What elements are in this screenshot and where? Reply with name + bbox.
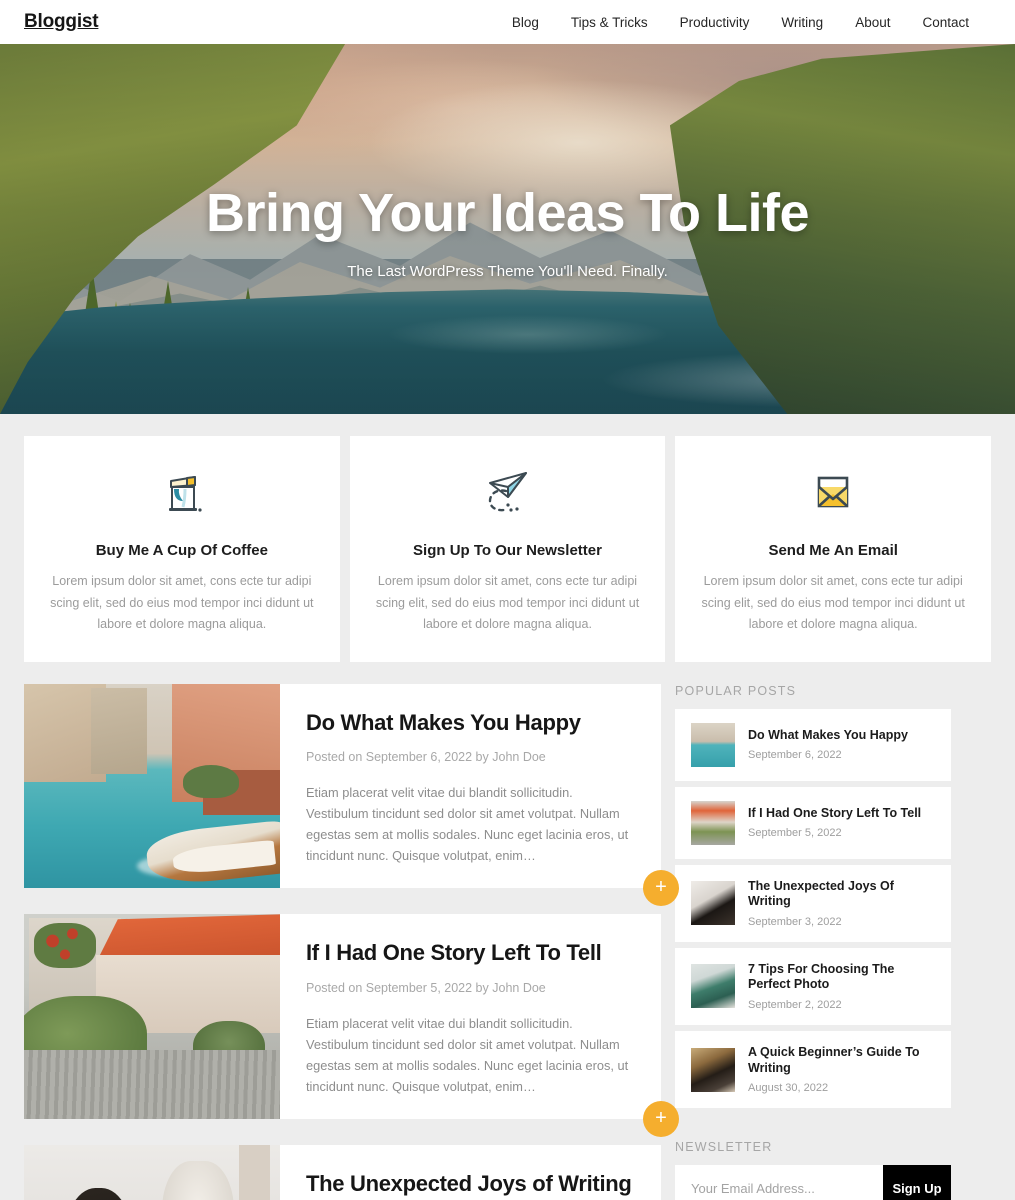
popular-post-item[interactable]: If I Had One Story Left To Tell Septembe… [675,786,951,859]
popular-post-title[interactable]: Do What Makes You Happy [748,728,908,744]
read-more-button[interactable]: + [643,1101,679,1138]
sidebar: POPULAR POSTS Do What Makes You Happy Se… [675,684,951,1200]
feature-description: Lorem ipsum dolor sit amet, cons ecte tu… [701,574,965,631]
post-excerpt: Etiam placerat velit vitae dui blandit s… [306,1015,629,1095]
post-thumbnail-writing[interactable] [24,1145,280,1200]
post-title[interactable]: Do What Makes You Happy [306,710,635,736]
site-brand[interactable]: Bloggist [24,11,99,33]
popular-post-item[interactable]: 7 Tips For Choosing The Perfect Photo Se… [675,947,951,1025]
post-card[interactable]: Do What Makes You Happy Posted on Septem… [24,683,679,907]
nav-productivity[interactable]: Productivity [680,15,750,30]
hero-subtitle: The Last WordPress Theme You'll Need. Fi… [347,263,668,281]
popular-post-title[interactable]: If I Had One Story Left To Tell [748,806,921,822]
feature-title: Buy Me A Cup Of Coffee [95,542,268,559]
post-body: The Unexpected Joys of Writing [280,1145,661,1200]
post-meta: Posted on September 6, 2022 by John Doe [306,749,546,764]
feature-description: Lorem ipsum dolor sit amet, cons ecte tu… [50,574,314,631]
feature-card-coffee[interactable]: Buy Me A Cup Of Coffee Lorem ipsum dolor… [24,436,340,662]
page-wrap: Buy Me A Cup Of Coffee Lorem ipsum dolor… [0,414,1015,1200]
main-nav: Blog Tips & Tricks Productivity Writing … [512,15,969,30]
signup-button[interactable]: Sign Up [883,1165,951,1200]
post-card[interactable]: The Unexpected Joys of Writing [24,1145,661,1200]
popular-post-title[interactable]: The Unexpected Joys Of Writing [748,879,935,910]
hero-text-block: Bring Your Ideas To Life The Last WordPr… [0,183,1015,281]
popular-post-item[interactable]: The Unexpected Joys Of Writing September… [675,864,951,942]
hero-banner: Bring Your Ideas To Life The Last WordPr… [0,44,1015,414]
popular-post-title[interactable]: 7 Tips For Choosing The Perfect Photo [748,962,935,993]
popular-post-date: August 30, 2022 [748,1082,829,1095]
popular-post-thumbnail [691,800,735,845]
feature-description: Lorem ipsum dolor sit amet, cons ecte tu… [375,574,640,631]
post-title[interactable]: The Unexpected Joys of Writing [306,1171,635,1197]
post-body: Do What Makes You Happy Posted on Septem… [280,684,679,907]
post-card[interactable]: If I Had One Story Left To Tell Posted o… [24,914,679,1138]
feature-title: Send Me An Email [768,542,898,559]
newsletter-form: Sign Up [675,1165,951,1200]
nav-blog[interactable]: Blog [512,15,539,30]
popular-post-item[interactable]: Do What Makes You Happy September 6, 202… [675,708,951,781]
popular-post-thumbnail [691,964,735,1009]
post-excerpt: Etiam placerat velit vitae dui blandit s… [306,784,629,864]
main-content: Do What Makes You Happy Posted on Septem… [24,662,991,1200]
feature-card-newsletter[interactable]: Sign Up To Our Newsletter Lorem ipsum do… [349,436,666,662]
email-input[interactable] [675,1165,883,1200]
newsletter-widget: NEWSLETTER Sign Up [675,1140,951,1200]
paper-plane-icon [374,464,642,522]
coffee-cup-icon [48,464,316,522]
nav-tips-tricks[interactable]: Tips & Tricks [571,15,648,30]
popular-posts-heading: POPULAR POSTS [675,683,797,698]
newsletter-heading: NEWSLETTER [675,1140,773,1155]
popular-post-date: September 2, 2022 [748,999,842,1011]
popular-post-date: September 5, 2022 [748,827,842,840]
popular-post-thumbnail [691,1047,735,1092]
post-title[interactable]: If I Had One Story Left To Tell [306,940,635,966]
post-thumbnail-venice[interactable] [24,683,280,889]
post-body: If I Had One Story Left To Tell Posted o… [280,914,679,1138]
feature-title: Sign Up To Our Newsletter [413,542,602,559]
feature-card-email[interactable]: Send Me An Email Lorem ipsum dolor sit a… [675,436,992,662]
popular-post-thumbnail [691,881,735,926]
popular-post-thumbnail [691,722,735,767]
envelope-icon [699,464,967,522]
popular-post-item[interactable]: A Quick Beginner’s Guide To Writing Augu… [675,1031,951,1109]
read-more-button[interactable]: + [643,870,679,907]
post-list: Do What Makes You Happy Posted on Septem… [24,683,679,1200]
hero-title: Bring Your Ideas To Life [205,183,810,243]
popular-post-date: September 6, 2022 [748,749,842,762]
nav-contact[interactable]: Contact [922,15,969,30]
post-meta: Posted on September 5, 2022 by John Doe [306,980,546,995]
nav-about[interactable]: About [855,15,890,30]
post-thumbnail-street[interactable] [24,914,280,1120]
feature-cards: Buy Me A Cup Of Coffee Lorem ipsum dolor… [24,414,992,662]
site-header: Bloggist Blog Tips & Tricks Productivity… [0,0,1015,44]
nav-writing[interactable]: Writing [781,15,823,30]
popular-post-date: September 3, 2022 [748,915,842,928]
popular-post-title[interactable]: A Quick Beginner’s Guide To Writing [748,1045,935,1076]
